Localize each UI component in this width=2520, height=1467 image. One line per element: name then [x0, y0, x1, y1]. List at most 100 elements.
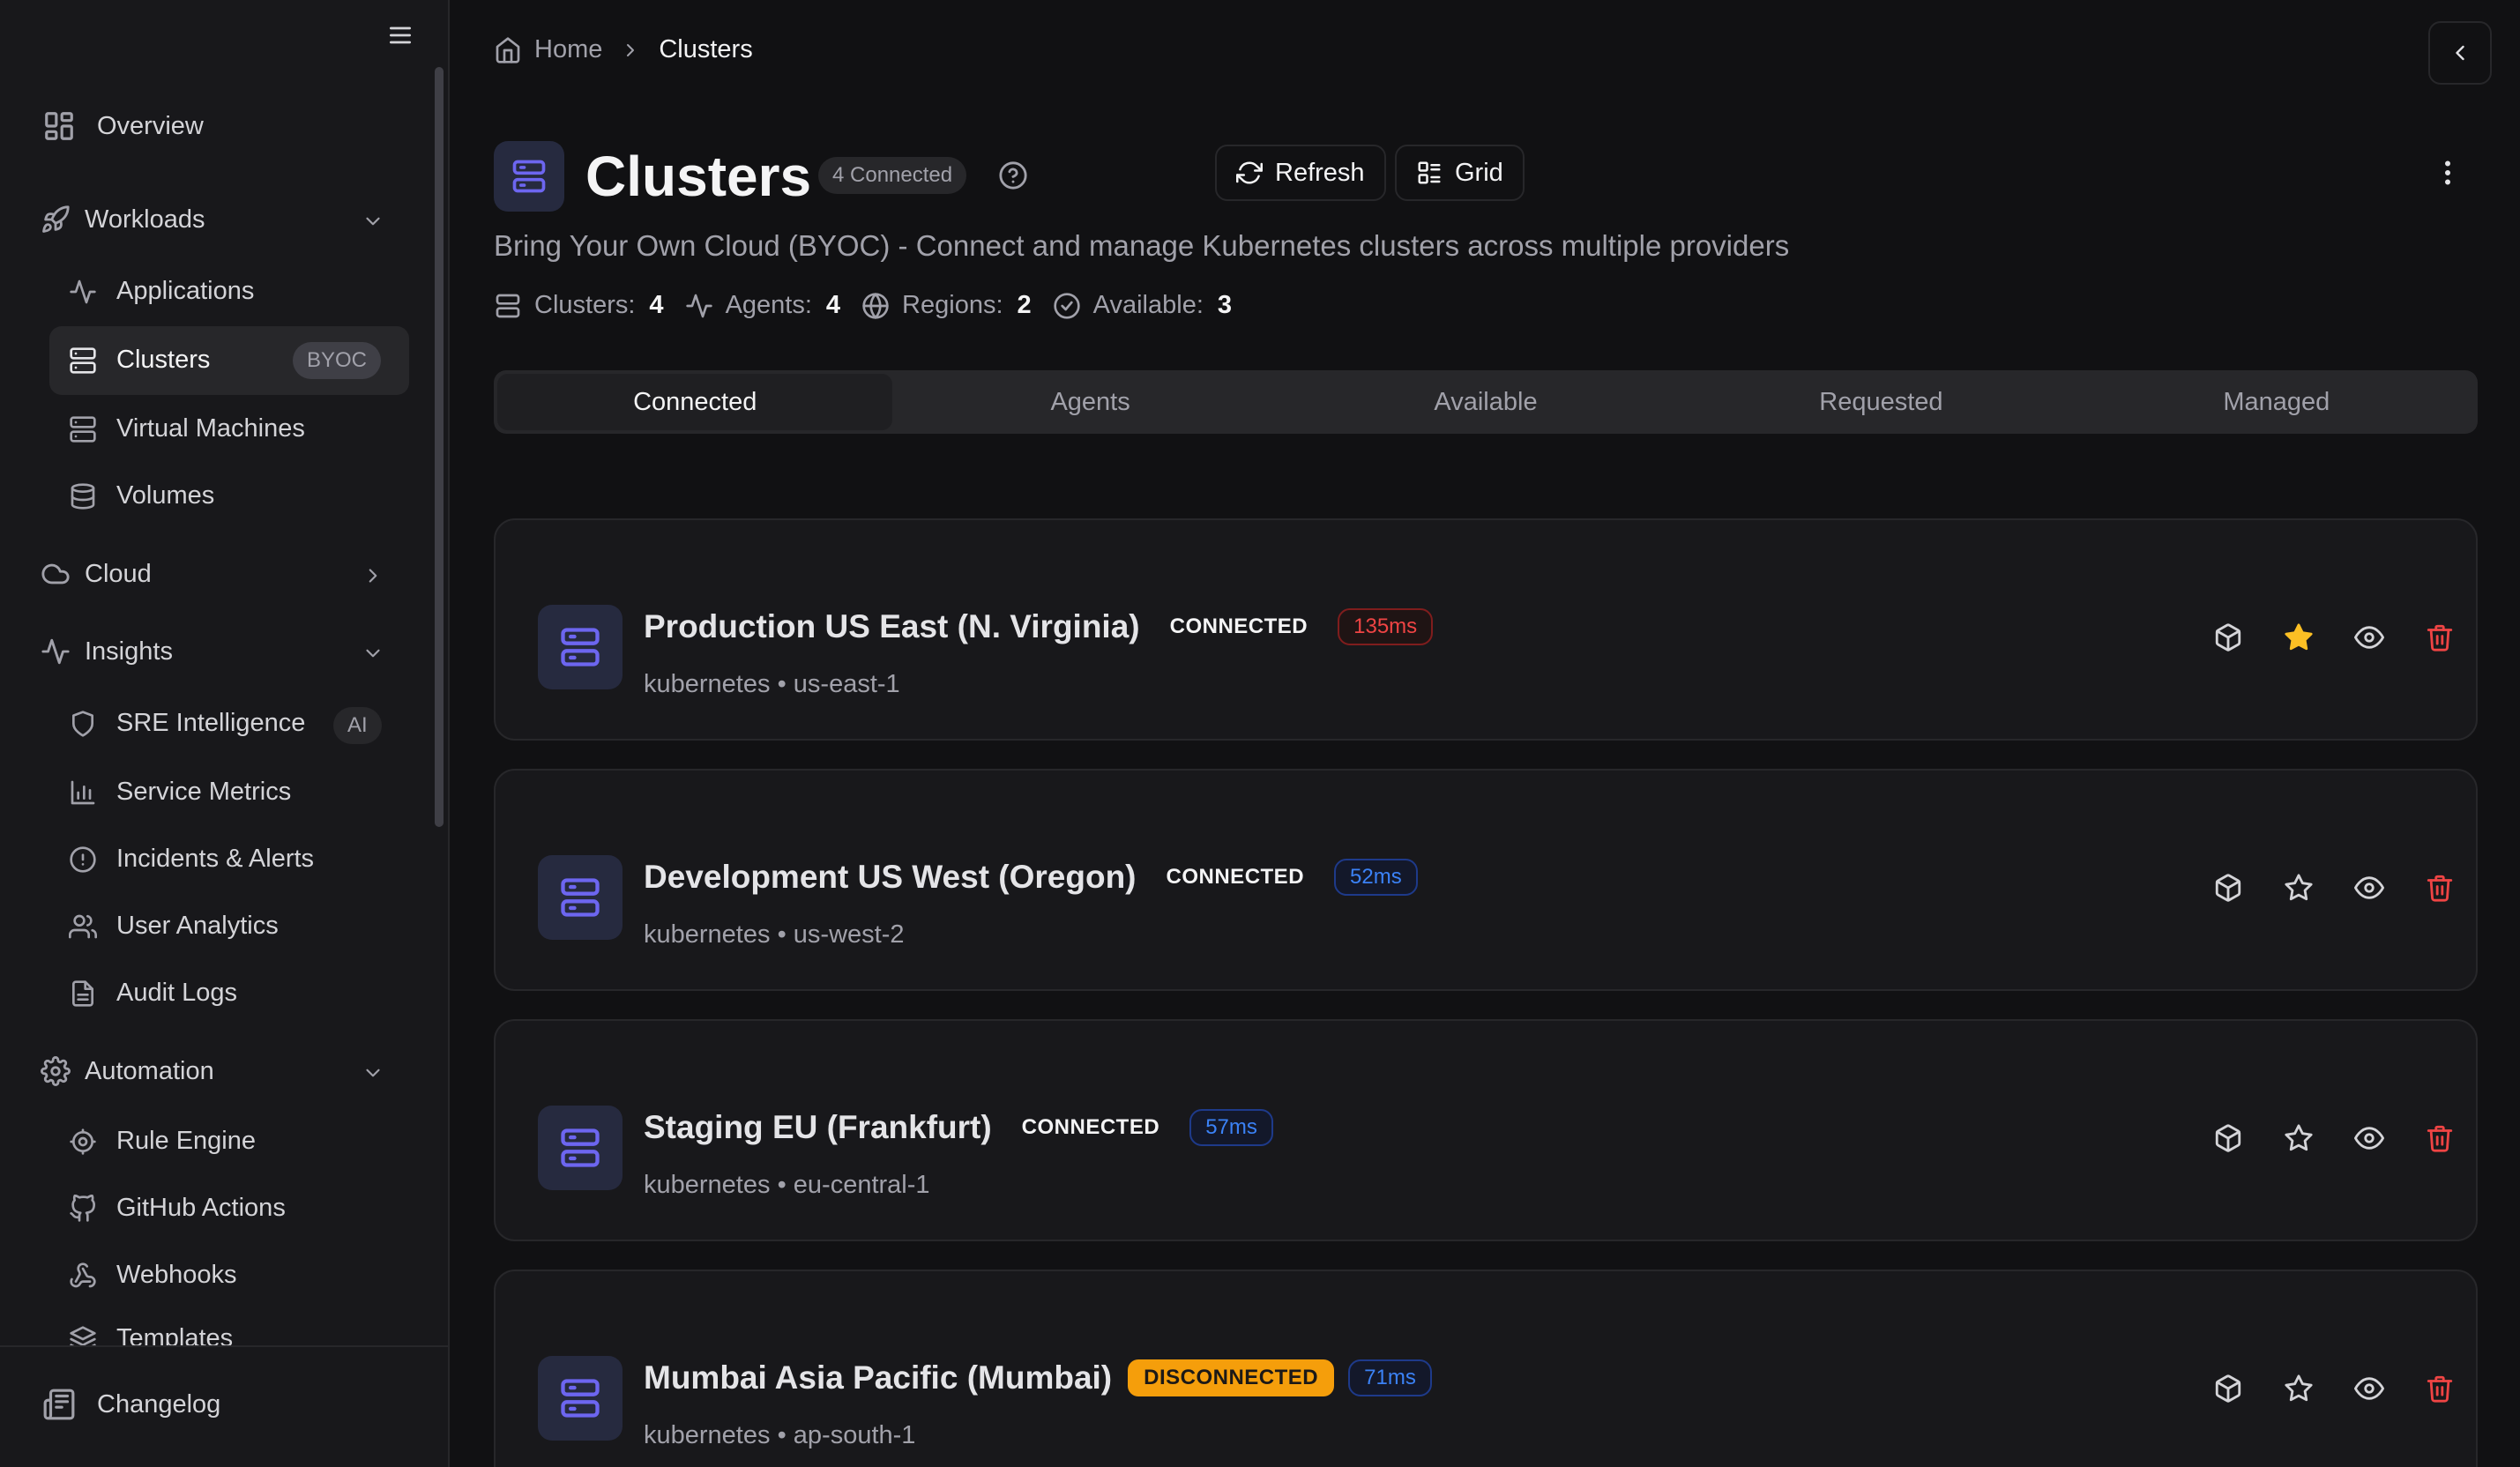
tab-managed[interactable]: Managed: [2079, 374, 2474, 430]
chevron-down-icon[interactable]: [362, 1061, 384, 1084]
eye-icon[interactable]: [2354, 622, 2384, 652]
trash-icon[interactable]: [2425, 1374, 2455, 1404]
latency-badge: 135ms: [1338, 608, 1434, 645]
tab-requested[interactable]: Requested: [1683, 374, 2078, 430]
server-icon: [70, 415, 96, 443]
cluster-icon: [538, 605, 623, 689]
collapse-panel-button[interactable]: [2428, 21, 2492, 85]
cluster-header: Staging EU (Frankfurt) CONNECTED 57ms: [644, 1109, 1273, 1146]
sidebar-item-label: Rule Engine: [116, 1127, 256, 1155]
sidebar-item-github-actions[interactable]: GitHub Actions: [69, 1194, 286, 1223]
sidebar-item-overview[interactable]: Overview: [42, 109, 204, 143]
sidebar-item-audit-logs[interactable]: Audit Logs: [69, 979, 237, 1008]
shield-icon: [72, 710, 93, 737]
stat-agents: Agents: 4: [685, 291, 840, 320]
cluster-actions: [2213, 873, 2455, 903]
stat-value: 2: [1017, 291, 1032, 319]
cluster-name[interactable]: Mumbai Asia Pacific (Mumbai): [644, 1359, 1112, 1396]
section-label: Cloud: [85, 559, 152, 588]
sidebar-item-service-metrics[interactable]: Service Metrics: [69, 778, 291, 807]
users-icon: [69, 914, 97, 938]
chevron-down-icon[interactable]: [362, 642, 384, 665]
chevron-right-icon[interactable]: [362, 564, 384, 587]
bar-chart-icon: [71, 780, 95, 804]
tab-agents[interactable]: Agents: [892, 374, 1287, 430]
sidebar-item-webhooks[interactable]: Webhooks: [69, 1261, 237, 1290]
cluster-region: us-east-1: [793, 670, 900, 698]
star-icon[interactable]: [2284, 873, 2314, 903]
trash-icon[interactable]: [2425, 873, 2455, 903]
eye-icon[interactable]: [2354, 1374, 2384, 1404]
sidebar-item-label: Clusters: [116, 346, 211, 374]
latency-badge: 52ms: [1334, 859, 1418, 896]
server-icon: [561, 628, 600, 666]
cluster-meta: kubernetes • eu-central-1: [644, 1171, 930, 1200]
menu-icon[interactable]: [386, 21, 414, 49]
tab-connected[interactable]: Connected: [497, 374, 893, 430]
database-icon: [71, 482, 95, 510]
section-label: Automation: [85, 1056, 214, 1085]
more-vertical-icon[interactable]: [2432, 157, 2464, 189]
package-icon[interactable]: [2213, 1123, 2243, 1153]
package-icon[interactable]: [2213, 873, 2243, 903]
star-icon[interactable]: [2284, 1374, 2314, 1404]
breadcrumb-home[interactable]: Home: [534, 35, 602, 64]
cluster-card[interactable]: Production US East (N. Virginia) CONNECTE…: [494, 518, 2478, 741]
stat-label: Clusters:: [534, 291, 636, 319]
sidebar-section-workloads[interactable]: Workloads: [41, 205, 205, 235]
changelog-link[interactable]: Changelog: [42, 1388, 220, 1421]
sidebar-item-label: Service Metrics: [116, 778, 292, 806]
changelog-label: Changelog: [97, 1389, 221, 1419]
package-icon[interactable]: [2213, 1374, 2243, 1404]
sidebar-section-automation[interactable]: Automation: [41, 1056, 214, 1086]
sidebar-item-volumes[interactable]: Volumes: [69, 481, 214, 510]
tab-available[interactable]: Available: [1288, 374, 1683, 430]
sidebar-item-sre-intelligence[interactable]: SRE Intelligence: [69, 709, 305, 738]
trash-icon[interactable]: [2425, 1123, 2455, 1153]
server-icon: [70, 346, 96, 374]
layout-grid-icon: [45, 112, 73, 140]
page-subtitle: Bring Your Own Cloud (BYOC) - Connect an…: [494, 229, 1790, 262]
star-icon[interactable]: [2284, 622, 2314, 652]
refresh-button[interactable]: Refresh: [1215, 145, 1386, 201]
cluster-name[interactable]: Development US West (Oregon): [644, 859, 1137, 896]
grid-list-icon: [1418, 161, 1441, 184]
sidebar-item-label: Overview: [97, 111, 204, 140]
sidebar-item-label: Incidents & Alerts: [116, 845, 315, 873]
cluster-name[interactable]: Production US East (N. Virginia): [644, 608, 1140, 645]
sidebar-item-label: SRE Intelligence: [116, 709, 306, 737]
sidebar-item-clusters[interactable]: Clusters BYOC: [49, 326, 409, 395]
ai-badge: AI: [333, 707, 382, 744]
sidebar-item-applications[interactable]: Applications: [69, 277, 254, 306]
sidebar-section-insights[interactable]: Insights: [41, 637, 173, 666]
grid-view-button[interactable]: Grid: [1395, 145, 1525, 201]
sidebar-item-rule-engine[interactable]: Rule Engine: [69, 1127, 256, 1156]
chevron-down-icon[interactable]: [362, 210, 384, 233]
home-icon[interactable]: [494, 36, 522, 64]
refresh-icon: [1236, 161, 1263, 184]
cluster-card[interactable]: Development US West (Oregon) CONNECTED 52m…: [494, 769, 2478, 991]
package-icon[interactable]: [2213, 622, 2243, 652]
cluster-header: Development US West (Oregon) CONNECTED 52m…: [644, 859, 1418, 896]
sidebar-item-user-analytics[interactable]: User Analytics: [69, 912, 279, 941]
rocket-icon: [42, 205, 70, 233]
activity-icon: [70, 279, 96, 303]
cluster-region: ap-south-1: [793, 1421, 916, 1449]
stat-value: 4: [649, 291, 664, 319]
stat-available: Available: 3: [1053, 291, 1232, 320]
cluster-name[interactable]: Staging EU (Frankfurt): [644, 1109, 992, 1146]
help-circle-icon[interactable]: [998, 160, 1028, 190]
eye-icon[interactable]: [2354, 1123, 2384, 1153]
cluster-card[interactable]: Mumbai Asia Pacific (Mumbai) DISCONNECTED…: [494, 1270, 2478, 1467]
eye-icon[interactable]: [2354, 873, 2384, 903]
sidebar-scrollbar[interactable]: [435, 67, 444, 827]
check-circle-icon: [1053, 292, 1080, 319]
sidebar-item-virtual-machines[interactable]: Virtual Machines: [69, 414, 305, 443]
connected-count-badge: 4 Connected: [818, 157, 967, 194]
sidebar-item-incidents-alerts[interactable]: Incidents & Alerts: [69, 845, 314, 874]
star-icon[interactable]: [2284, 1123, 2314, 1153]
sidebar-section-cloud[interactable]: Cloud: [41, 559, 152, 589]
cluster-card[interactable]: Staging EU (Frankfurt) CONNECTED 57ms kuber…: [494, 1019, 2478, 1241]
trash-icon[interactable]: [2425, 622, 2455, 652]
cluster-status-badge: CONNECTED: [1169, 614, 1308, 638]
